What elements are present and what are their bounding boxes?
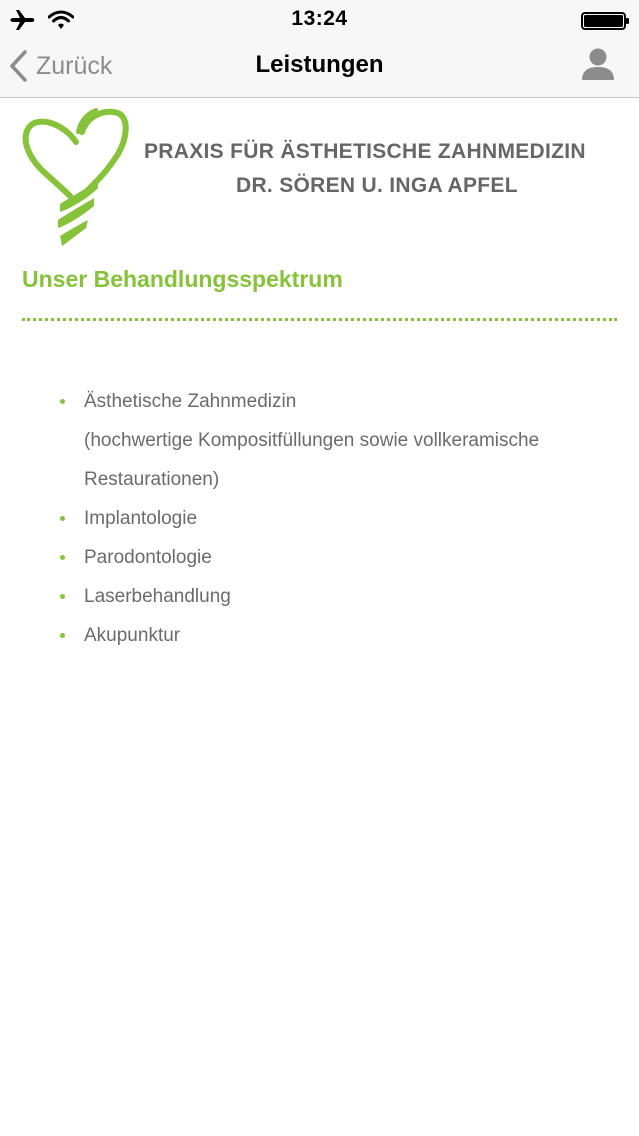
service-label: Laserbehandlung — [84, 586, 231, 607]
service-label: Ästhetische Zahnmedizin — [84, 391, 297, 412]
practice-name-line2: DR. SÖREN U. INGA APFEL — [236, 174, 518, 197]
service-label: Implantologie — [84, 508, 198, 529]
bullet-icon — [60, 516, 65, 521]
section-divider — [22, 318, 617, 321]
status-bar: 13:24 — [0, 0, 639, 40]
service-label: Parodontologie — [84, 547, 212, 568]
service-detail: (hochwertige Kompositfüllungen sowie vol… — [84, 430, 540, 490]
user-icon — [582, 48, 614, 80]
bullet-icon — [60, 633, 65, 638]
list-item: Parodontologie — [60, 538, 630, 577]
bullet-icon — [60, 399, 65, 404]
practice-logo — [22, 100, 132, 250]
list-item: Akupunktur — [60, 616, 630, 655]
navigation-bar: Zurück Leistungen — [0, 40, 639, 98]
bullet-icon — [60, 555, 65, 560]
service-label: Akupunktur — [84, 625, 181, 646]
bullet-icon — [60, 594, 65, 599]
battery-icon — [581, 12, 631, 35]
app-screen: 13:24 Zurück Leistungen PRAXIS FÜR ÄSTHE… — [0, 0, 639, 1136]
list-item: Ästhetische Zahnmedizin (hochwertige Kom… — [60, 382, 630, 499]
list-item: Implantologie — [60, 499, 630, 538]
list-item: Laserbehandlung — [60, 577, 630, 616]
page-title: Leistungen — [255, 51, 384, 78]
section-title: Unser Behandlungsspektrum — [22, 266, 343, 292]
status-time: 13:24 — [291, 7, 348, 30]
profile-button[interactable] — [579, 46, 617, 84]
practice-name-line1: PRAXIS FÜR ÄSTHETISCHE ZAHNMEDIZIN — [144, 140, 586, 163]
service-list: Ästhetische Zahnmedizin (hochwertige Kom… — [60, 382, 630, 655]
